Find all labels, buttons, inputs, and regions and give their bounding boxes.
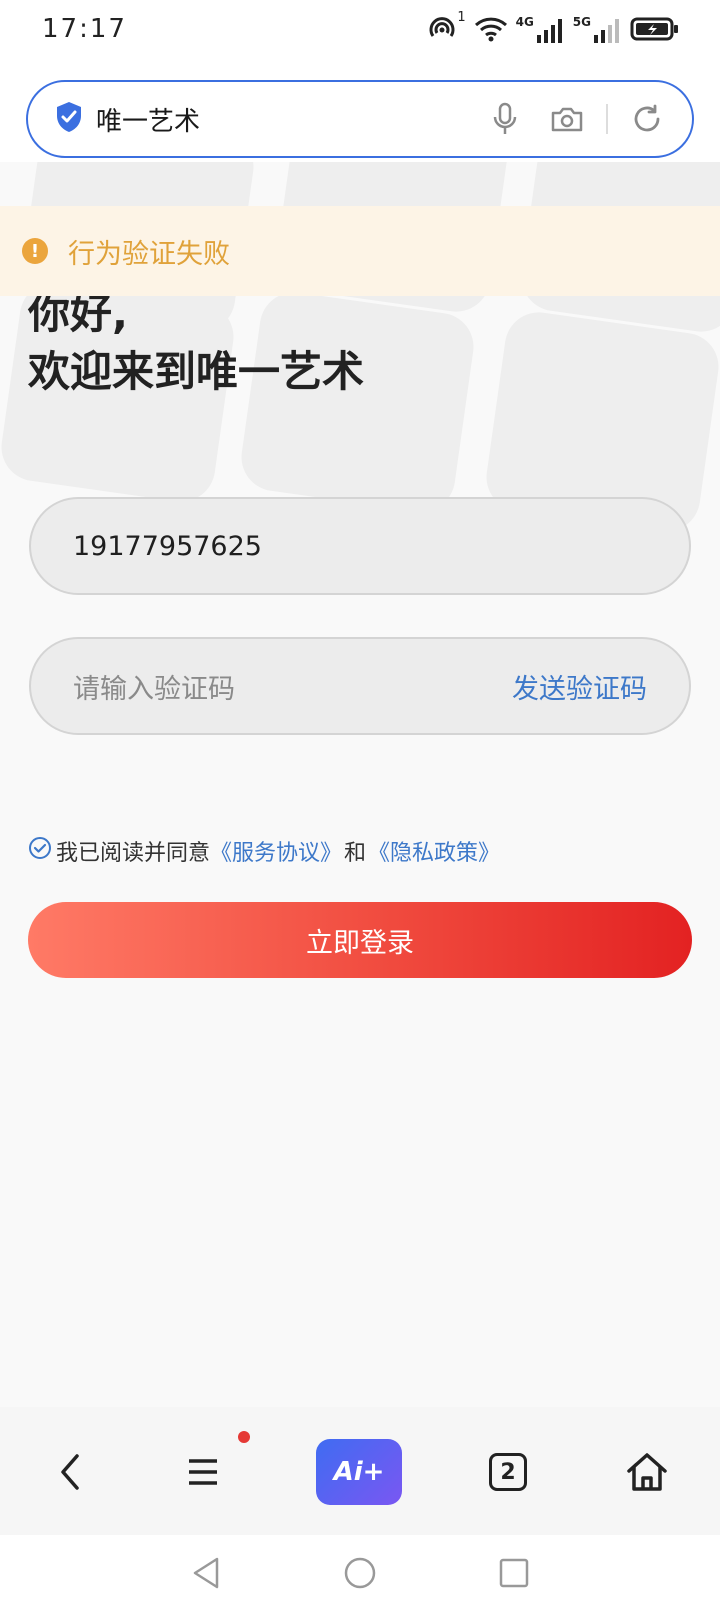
hotspot-icon: 1 [427, 10, 466, 44]
status-bar: 17:17 1 4G 5G [0, 0, 720, 58]
signal-5g-label: 5G [572, 15, 591, 29]
send-code-button[interactable]: 发送验证码 [512, 667, 647, 706]
camera-icon[interactable] [544, 96, 590, 142]
microphone-icon[interactable] [482, 96, 528, 142]
background-tile [237, 288, 478, 516]
status-icons: 1 4G 5G [427, 10, 680, 44]
status-time: 17:17 [42, 14, 127, 44]
address-divider [606, 104, 608, 134]
system-nav-bar [0, 1535, 720, 1612]
privacy-policy-link[interactable]: 《隐私政策》 [368, 835, 500, 867]
nav-back-icon[interactable] [186, 1553, 226, 1593]
notification-dot [238, 1431, 250, 1443]
signal-4g-icon: 4G [516, 15, 565, 43]
hotspot-badge: 1 [457, 10, 466, 25]
agreement-and: 和 [344, 841, 367, 866]
menu-icon[interactable] [168, 1437, 238, 1507]
battery-charging-icon [630, 16, 680, 42]
browser-toolbar: Ai+ 2 [0, 1407, 720, 1535]
service-agreement-link[interactable]: 《服务协议》 [210, 835, 342, 867]
tab-count: 2 [489, 1453, 527, 1491]
login-button[interactable]: 立即登录 [28, 902, 692, 978]
ai-assistant-button[interactable]: Ai+ [316, 1439, 402, 1505]
warning-toast: ! 行为验证失败 [0, 206, 720, 296]
home-icon[interactable] [612, 1437, 682, 1507]
refresh-icon[interactable] [624, 96, 670, 142]
wifi-icon [474, 14, 508, 44]
agreement-text: 我已阅读并同意 [56, 841, 211, 866]
nav-recents-icon[interactable] [494, 1553, 534, 1593]
tabs-button[interactable]: 2 [473, 1437, 543, 1507]
agreement-checkbox[interactable] [28, 836, 56, 866]
signal-4g-label: 4G [515, 15, 534, 29]
phone-input[interactable]: 19177957625 [29, 497, 691, 595]
back-icon[interactable] [36, 1437, 106, 1507]
nav-home-icon[interactable] [340, 1553, 380, 1593]
phone-value[interactable]: 19177957625 [73, 531, 262, 562]
shield-check-icon [54, 100, 84, 138]
welcome-heading: 欢迎来到唯一艺术 [28, 347, 365, 396]
signal-5g-icon: 5G [573, 15, 622, 43]
code-input[interactable]: 请输入验证码 [73, 667, 512, 706]
verification-code-field[interactable]: 请输入验证码 发送验证码 [29, 637, 691, 735]
warning-text: 行为验证失败 [68, 238, 230, 270]
phone-screen: 17:17 1 4G 5G 唯一艺术 ! 行为验证失败 你好, 欢迎来到唯一艺术… [0, 0, 720, 1612]
address-bar[interactable]: 唯一艺术 [26, 80, 694, 158]
warning-icon: ! [22, 238, 48, 264]
address-title[interactable]: 唯一艺术 [96, 101, 466, 138]
agreement-row: 我已阅读并同意 《服务协议》 和 《隐私政策》 [28, 835, 500, 867]
